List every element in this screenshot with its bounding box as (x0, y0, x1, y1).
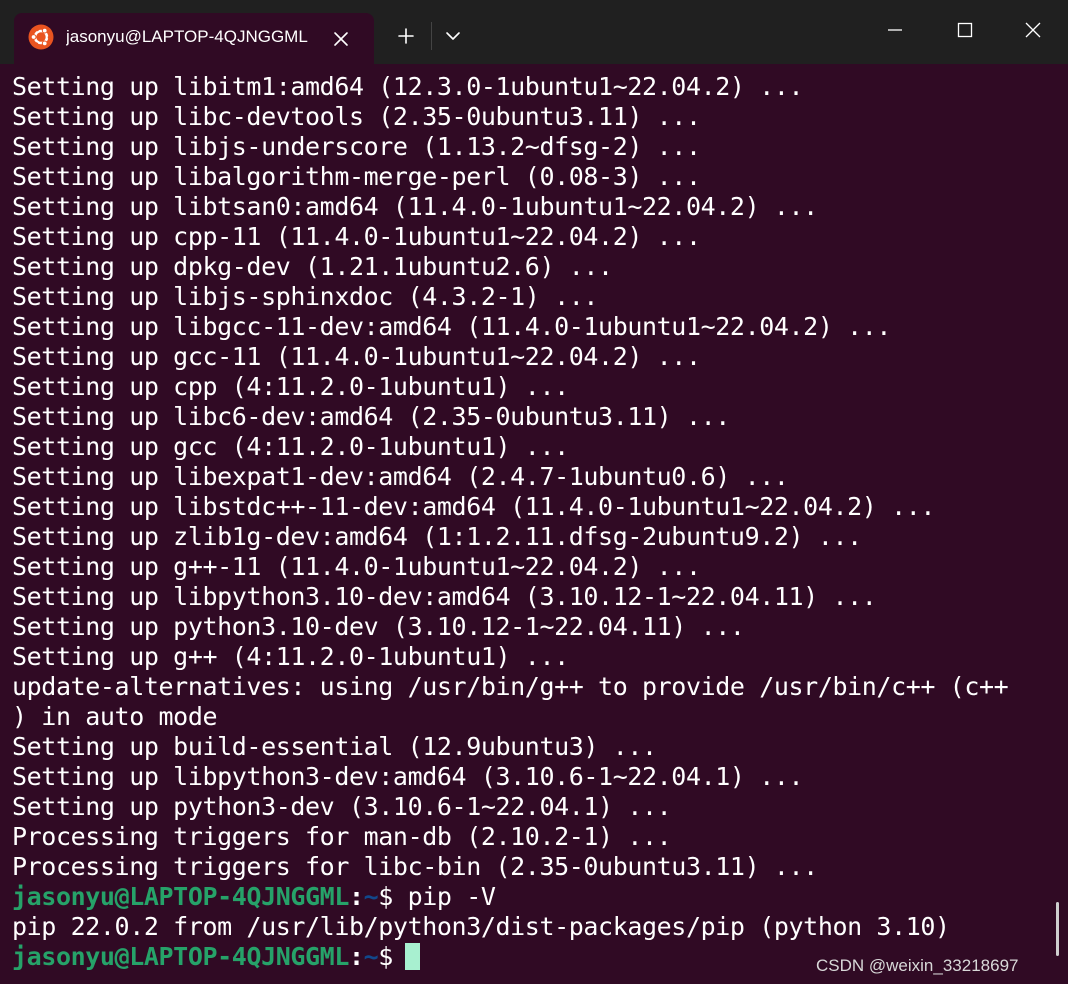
prompt-user-host: jasonyu@LAPTOP-4QJNGGML (12, 882, 349, 911)
terminal-line: Setting up gcc-11 (11.4.0-1ubuntu1~22.04… (12, 342, 701, 371)
terminal-line: Setting up dpkg-dev (1.21.1ubuntu2.6) ..… (12, 252, 613, 281)
terminal-line: Processing triggers for libc-bin (2.35-0… (12, 852, 818, 881)
terminal-line: Setting up libjs-sphinxdoc (4.3.2-1) ... (12, 282, 599, 311)
ubuntu-logo-icon (28, 24, 54, 50)
terminal-line: Setting up libc-devtools (2.35-0ubuntu3.… (12, 102, 701, 131)
close-tab-icon[interactable] (328, 26, 354, 52)
terminal-line: Setting up python3-dev (3.10.6-1~22.04.1… (12, 792, 672, 821)
prompt-separator: : (348, 942, 364, 971)
tab-divider (431, 22, 432, 50)
terminal-lines: Setting up libitm1:amd64 (12.3.0-1ubuntu… (12, 72, 1052, 972)
terminal-tab[interactable]: jasonyu@LAPTOP-4QJNGGML (14, 13, 374, 64)
terminal-line: update-alternatives: using /usr/bin/g++ … (12, 672, 1009, 701)
title-bar: jasonyu@LAPTOP-4QJNGGML (0, 0, 1068, 64)
terminal-line: Setting up libstdc++-11-dev:amd64 (11.4.… (12, 492, 936, 521)
terminal-line: Setting up g++-11 (11.4.0-1ubuntu1~22.04… (12, 552, 701, 581)
terminal-line: Setting up gcc (4:11.2.0-1ubuntu1) ... (12, 432, 569, 461)
close-icon (1025, 22, 1041, 38)
terminal-line: Setting up libexpat1-dev:amd64 (2.4.7-1u… (12, 462, 789, 491)
prompt-user-host: jasonyu@LAPTOP-4QJNGGML (12, 942, 349, 971)
maximize-icon (957, 22, 973, 38)
terminal-line: Setting up libjs-underscore (1.13.2~dfsg… (12, 132, 701, 161)
text-cursor (404, 943, 420, 970)
terminal-line: Setting up libpython3-dev:amd64 (3.10.6-… (12, 762, 804, 791)
terminal-line: Setting up libpython3.10-dev:amd64 (3.10… (12, 582, 877, 611)
terminal-line: Setting up libgcc-11-dev:amd64 (11.4.0-1… (12, 312, 892, 341)
typed-command: pip -V (392, 882, 496, 911)
prompt-separator: : (348, 882, 364, 911)
maximize-button[interactable] (930, 0, 1000, 60)
terminal-line: Setting up cpp (4:11.2.0-1ubuntu1) ... (12, 372, 569, 401)
minimize-icon (888, 29, 902, 31)
close-window-button[interactable] (998, 0, 1068, 60)
prompt-dollar: $ (378, 882, 393, 911)
terminal-line: Setting up libc6-dev:amd64 (2.35-0ubuntu… (12, 402, 730, 431)
minimize-button[interactable] (860, 0, 930, 60)
terminal-line: Setting up cpp-11 (11.4.0-1ubuntu1~22.04… (12, 222, 701, 251)
terminal-line: Setting up zlib1g-dev:amd64 (1:1.2.11.df… (12, 522, 862, 551)
terminal-line: Setting up libtsan0:amd64 (11.4.0-1ubunt… (12, 192, 818, 221)
scrollbar-thumb[interactable] (1056, 902, 1059, 956)
plus-icon[interactable] (388, 20, 424, 52)
prompt-path: ~ (363, 882, 379, 911)
terminal-line: Setting up libalgorithm-merge-perl (0.08… (12, 162, 701, 191)
terminal-line: Setting up python3.10-dev (3.10.12-1~22.… (12, 612, 745, 641)
watermark: CSDN @weixin_33218697 (816, 956, 1019, 975)
command-line: jasonyu@LAPTOP-4QJNGGML:~$ pip -V (12, 882, 1052, 912)
terminal-line: ) in auto mode (12, 702, 218, 731)
chevron-down-icon[interactable] (438, 20, 468, 52)
terminal-output[interactable]: Setting up libitm1:amd64 (12.3.0-1ubuntu… (0, 64, 1068, 984)
terminal-line: Processing triggers for man-db (2.10.2-1… (12, 822, 672, 851)
prompt-path: ~ (363, 942, 379, 971)
terminal-line: Setting up build-essential (12.9ubuntu3)… (12, 732, 657, 761)
terminal-line: Setting up g++ (4:11.2.0-1ubuntu1) ... (12, 642, 569, 671)
tab-title: jasonyu@LAPTOP-4QJNGGML (66, 27, 308, 46)
prompt-dollar: $ (378, 942, 393, 971)
terminal-line: Setting up libitm1:amd64 (12.3.0-1ubuntu… (12, 72, 804, 101)
command-output: pip 22.0.2 from /usr/lib/python3/dist-pa… (12, 912, 950, 941)
